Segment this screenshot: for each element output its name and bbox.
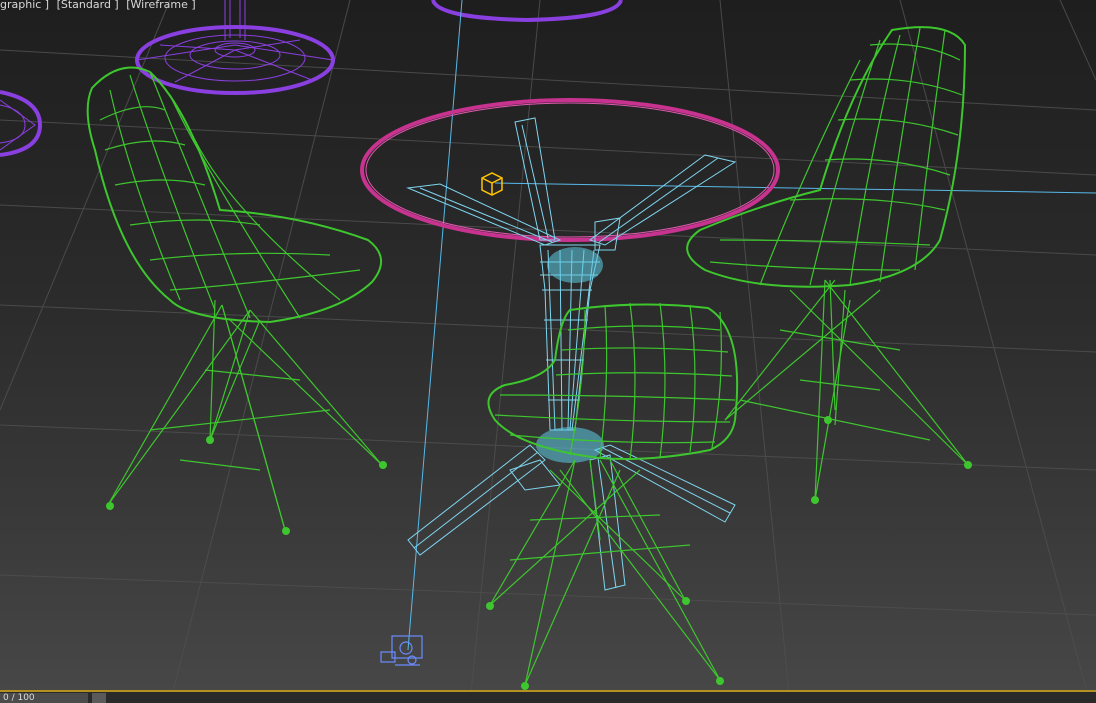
table-top[interactable] — [360, 98, 780, 242]
display-mode-label[interactable]: [Wireframe ] — [126, 0, 195, 11]
viewport-label-menu[interactable]: graphic ] [Standard ] [Wireframe ] — [0, 0, 200, 14]
time-slider-thumb[interactable] — [92, 693, 106, 703]
background-stool-edge[interactable] — [0, 90, 43, 157]
chair-front[interactable] — [487, 302, 739, 686]
chair-right-feet — [811, 416, 972, 504]
shading-preset-label[interactable]: [Standard ] — [57, 0, 119, 11]
chair-front-feet — [486, 597, 724, 690]
table-base[interactable] — [406, 117, 737, 591]
scene-canvas[interactable] — [0, 0, 1096, 703]
perspective-viewport[interactable]: graphic ] [Standard ] [Wireframe ] 0 / 1… — [0, 0, 1096, 703]
time-slider-field[interactable]: 0 / 100 — [0, 693, 88, 703]
timeline-bar[interactable]: 0 / 100 — [0, 690, 1096, 703]
target-line-horizontal — [494, 182, 1096, 194]
ground-grid — [0, 0, 1096, 703]
target-line-vertical — [407, 0, 463, 651]
camera-icon[interactable] — [380, 635, 423, 666]
point-helper-icon[interactable] — [481, 172, 503, 196]
view-type-label[interactable]: graphic ] — [0, 0, 49, 11]
